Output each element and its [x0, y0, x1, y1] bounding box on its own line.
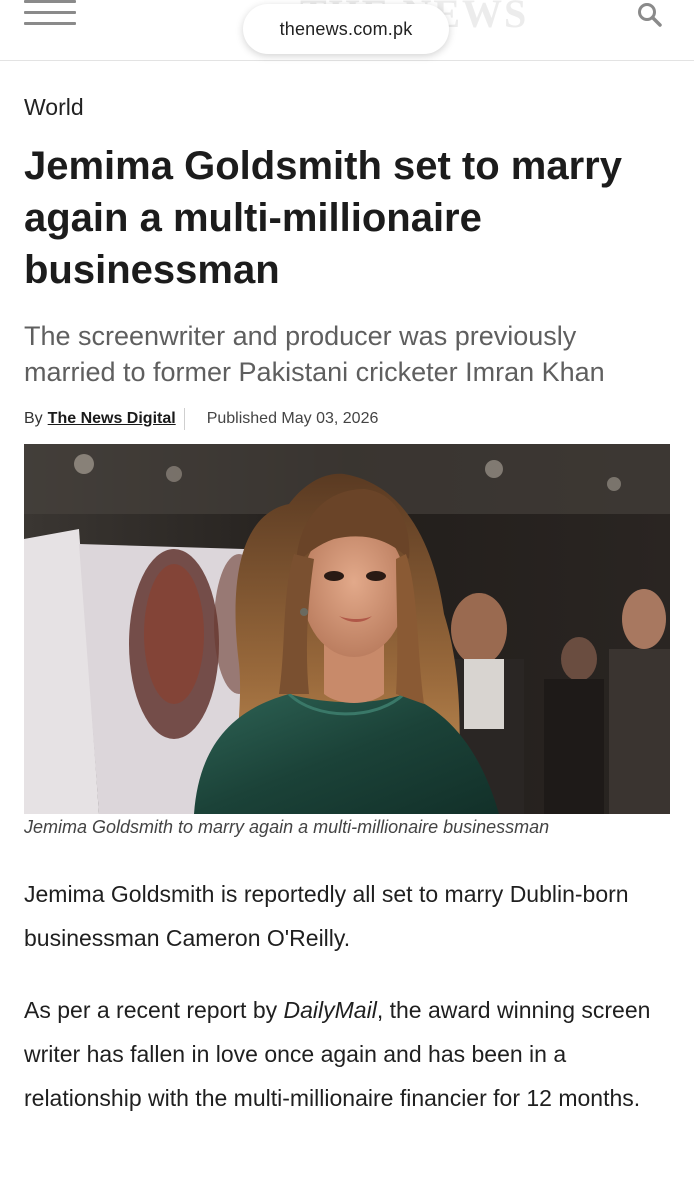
source-dailymail: DailyMail	[283, 997, 377, 1023]
author-link[interactable]: The News Digital	[48, 410, 176, 428]
url-text: thenews.com.pk	[279, 18, 413, 39]
byline-prefix: By	[24, 410, 43, 427]
hamburger-menu-icon[interactable]	[24, 0, 76, 26]
article-byline: By The News Digital Published May 03, 20…	[24, 408, 378, 430]
url-address-pill[interactable]: thenews.com.pk	[243, 4, 449, 54]
article-subheadline: The screenwriter and producer was previo…	[24, 321, 605, 387]
article-paragraph-1: Jemima Goldsmith is reportedly all set t…	[24, 881, 629, 951]
search-icon[interactable]	[636, 2, 664, 28]
published-date: Published May 03, 2026	[206, 410, 379, 427]
article-category[interactable]: World	[24, 94, 84, 121]
article-paragraph-2: As per a recent report by DailyMail, the…	[24, 988, 674, 1120]
paragraph2-lead: As per a recent report by	[24, 997, 284, 1023]
article-headline: Jemima Goldsmith set to marry again a mu…	[24, 144, 622, 292]
top-navigation-bar: THE NEWS thenews.com.pk	[0, 0, 694, 61]
hero-photo-illustration	[24, 444, 670, 814]
article-hero-image[interactable]	[24, 444, 670, 814]
image-caption: Jemima Goldsmith to marry again a multi-…	[24, 817, 550, 837]
byline-divider	[183, 408, 185, 430]
